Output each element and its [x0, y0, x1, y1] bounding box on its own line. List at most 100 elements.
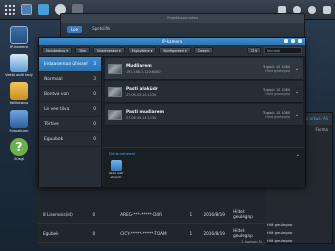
filter-label: Le vee tilva	[44, 106, 70, 112]
dashboard-item-label: Vade lesti stowdo	[108, 171, 124, 179]
question-icon: ?	[10, 138, 28, 156]
surveillance-app-icon[interactable]	[21, 4, 32, 15]
camera-status: Hoid gestegöp	[265, 91, 290, 96]
filter-item-warning[interactable]: Bontva von 0	[39, 87, 101, 102]
external-button[interactable]: Ergoväline ▾	[127, 47, 157, 54]
window-titlebar[interactable]: IP-kamera	[39, 38, 305, 45]
camera-meta: Tugioli: 10 1080 Hoid gestegöp	[248, 111, 290, 119]
camera-thumbnail	[108, 109, 122, 120]
filter-count: 3	[93, 61, 96, 67]
desktop-icon-support[interactable]: ? Süsgi	[4, 138, 34, 161]
help-app-icon[interactable]	[38, 4, 49, 15]
camera-list: Mudliarem 192.168.1.123:8080 Tugioli: 10…	[103, 57, 305, 187]
folder-icon	[10, 82, 28, 100]
dashboard-item[interactable]: Vade lesti stowdo	[108, 160, 124, 179]
desktop-icon-label: Veebi abiti lady	[5, 73, 33, 77]
camera-row[interactable]: Pasti alaküdr 27.06.43.14:1234 Tugioli: …	[105, 81, 303, 103]
device-button[interactable]: Seadmeskor ▾	[93, 47, 125, 54]
desktop-icon-label: IP-kamera	[9, 45, 29, 49]
camera-status: Hoid gestegöp	[265, 68, 290, 73]
license-status: Hiitel: geulegnp	[233, 228, 253, 238]
window-title: IP-kamera	[161, 39, 183, 44]
filter-item-disconnected[interactable]: Le vee tilva 0	[39, 102, 101, 117]
tab-spetsiifik[interactable]: Spetsiifik	[92, 26, 110, 33]
background-window-title: Projektsiooniaken	[61, 14, 304, 23]
error-button[interactable]: Tõrk	[74, 47, 91, 54]
chevron-down-icon[interactable]: ⌄	[294, 89, 300, 95]
camera-meta: Tugioli: 10 1080 Hoid gestegöp	[248, 88, 290, 96]
chevron-down-icon[interactable]: ⌄	[294, 66, 300, 72]
toolbar: Hoiukeskus ▾ Tõrk Seadmeskor ▾ Ergovälin…	[39, 45, 305, 57]
license-date: 2016/8/19	[203, 230, 225, 236]
license-key: CICY-*****-*****-TOAM	[120, 230, 167, 236]
filter-item-all[interactable]: Indaasemaa ühissel 3	[39, 57, 101, 72]
license-date: 2016/8/19	[203, 211, 225, 217]
filter-label: Eguubok	[44, 136, 64, 142]
camera-icon	[10, 26, 28, 44]
filter-count: 0	[93, 91, 96, 97]
configure-button[interactable]: Konfigureeri ▾	[159, 47, 191, 54]
start-button[interactable]: Ceasrt	[193, 47, 213, 54]
filter-label: Indaasemaa ühissel	[44, 61, 88, 67]
filter-count: 0	[93, 106, 96, 112]
grid-icon[interactable]	[4, 4, 15, 15]
camera-ip: 27.06.43.14:1234	[126, 115, 157, 120]
filter-count: 3	[93, 76, 96, 82]
filter-item-disabled[interactable]: Tõrtive 0	[39, 117, 101, 132]
status-filter-panel: Indaasemaa ühissel 3 Normaal 3 Bontva vo…	[39, 57, 102, 187]
filter-count: 0	[93, 136, 96, 142]
background-window-tabs: Loe Spetsiifik	[61, 23, 304, 36]
table-row[interactable]: 8 Lisenssis(id) 0 AREG-***-*****-D4R 1 2…	[38, 205, 266, 224]
camera-thumbnail	[108, 86, 122, 97]
side-window-row: Hiit geulegnp	[267, 230, 293, 235]
storage-button[interactable]: Hoiukeskus ▾	[42, 47, 72, 54]
license-name: 8 Lisenssis(id)	[43, 211, 73, 217]
chevron-down-icon[interactable]: ⌄	[294, 112, 300, 118]
camera-name: Pasti alaküdr	[126, 86, 158, 92]
desktop-icon-help[interactable]: Veebi abiti lady	[4, 54, 34, 77]
dashboard-panel: Dürbursheeat ⌄ Vade lesti stowdo	[103, 147, 305, 187]
window-controls	[284, 39, 302, 43]
filter-item-normal[interactable]: Normaal 3	[39, 72, 101, 87]
desktop-icon-photo[interactable]: Fotoalbum	[4, 110, 34, 133]
license-qty: 1	[189, 230, 193, 236]
filter-item-other[interactable]: Eguubok 0	[39, 132, 101, 147]
camera-row[interactable]: Mudliarem 192.168.1.123:8080 Tugioli: 10…	[105, 58, 303, 80]
camera-row[interactable]: Pasti mudiarem 27.06.43.14:1234 Tugioli:…	[105, 104, 303, 126]
chevron-down-icon[interactable]: ⌄	[296, 152, 300, 158]
camera-info: Mudliarem 192.168.1.123:8080	[126, 64, 244, 74]
tab-loe[interactable]: Loe	[67, 26, 83, 33]
desktop-icon-ip-camera[interactable]: IP-kamera	[4, 26, 34, 49]
camera-info: Pasti alaküdr 27.06.43.14:1234	[126, 87, 244, 97]
filter-label: Tõrtive	[44, 121, 59, 127]
desktop-icon-label: failikeskus	[9, 101, 29, 105]
license-status: Hiitel: geulegnp	[233, 209, 253, 219]
filter-count: 0	[93, 121, 96, 127]
view-selector[interactable]: ☷ ▾	[247, 47, 261, 54]
filter-label: Bontva von	[44, 91, 69, 97]
side-window-row: Hiit geulegnp	[267, 222, 293, 227]
widgets-icon[interactable]	[323, 5, 331, 14]
license-qty: 1	[189, 211, 193, 217]
search-input[interactable]: Korraldi	[264, 47, 302, 54]
camera-icon	[110, 160, 122, 171]
minimize-icon[interactable]	[284, 39, 288, 43]
license-key: AREG-***-*****-D4R	[120, 211, 162, 217]
close-icon[interactable]	[298, 39, 302, 43]
table-row[interactable]: Egubek 0 CICY-*****-*****-TOAM 1 2016/8/…	[38, 224, 266, 243]
desktop-icon-files[interactable]: failikeskus	[4, 82, 34, 105]
filter-label: Normaal	[44, 76, 63, 82]
ip-camera-window[interactable]: IP-kamera Hoiukeskus ▾ Tõrk Seadmeskor ▾…	[38, 37, 306, 187]
desktop-icons: IP-kamera Veebi abiti lady failikeskus F…	[4, 26, 34, 164]
camera-ip: 192.168.1.123:8080	[126, 69, 161, 74]
list-footer: 1 kodom ↻	[241, 239, 262, 244]
camera-status: Hoid gestegöp	[265, 114, 290, 119]
license-count: 0	[92, 230, 96, 236]
desktop-icon-label: Fotoalbum	[9, 129, 29, 133]
license-list: 8 Lisenssis(id) 0 AREG-***-*****-D4R 1 2…	[38, 185, 266, 247]
search-icon[interactable]	[308, 5, 316, 14]
license-name: Egubek	[43, 230, 59, 236]
dashboard-title: Dürbursheeat	[109, 151, 136, 156]
maximize-icon[interactable]	[291, 39, 295, 43]
camera-name: Mudliarem	[126, 63, 152, 69]
